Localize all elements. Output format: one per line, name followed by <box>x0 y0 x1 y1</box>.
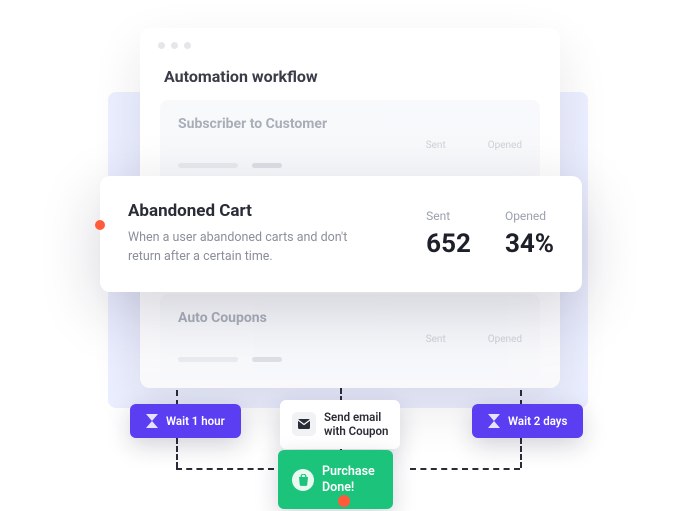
workflow-item-subscriber[interactable]: Subscriber to Customer Sent Opened <box>160 100 540 186</box>
step-wait-2-days[interactable]: Wait 2 days <box>472 404 583 438</box>
metric-value: 652 <box>426 229 471 259</box>
chip-label: Wait 1 hour <box>166 414 225 428</box>
connector <box>520 438 522 468</box>
workflow-item-coupons[interactable]: Auto Coupons Sent Opened <box>160 294 540 380</box>
chip-label: PurchaseDone! <box>322 464 375 495</box>
progress-bars <box>178 163 522 168</box>
chip-label: Wait 2 days <box>508 414 567 428</box>
stat-label-sent: Sent <box>426 140 446 151</box>
metric-value: 34% <box>505 229 554 259</box>
status-dot <box>95 220 105 230</box>
workflow-card-abandoned-cart[interactable]: Abandoned Cart When a user abandoned car… <box>100 176 582 292</box>
window-title: Automation workflow <box>140 49 560 100</box>
chip-label: Send emailwith Coupon <box>324 410 388 439</box>
step-wait-1-hour[interactable]: Wait 1 hour <box>130 404 241 438</box>
connector <box>176 468 274 470</box>
step-send-email[interactable]: Send emailwith Coupon <box>280 400 400 449</box>
hourglass-icon <box>488 414 500 428</box>
connector <box>410 468 520 470</box>
metric-label: Opened <box>505 209 554 223</box>
metric-opened: Opened 34% <box>505 209 554 259</box>
stat-label-opened: Opened <box>488 334 522 345</box>
hourglass-icon <box>146 414 158 428</box>
window-dot <box>184 42 191 49</box>
workflow-item-title: Auto Coupons <box>178 310 522 326</box>
bag-icon <box>292 469 314 491</box>
metric-sent: Sent 652 <box>426 209 471 259</box>
window-dot <box>158 42 165 49</box>
progress-bars <box>178 357 522 362</box>
stat-label-sent: Sent <box>426 334 446 345</box>
stat-label-opened: Opened <box>488 140 522 151</box>
connector <box>176 438 178 468</box>
card-title: Abandoned Cart <box>128 201 426 221</box>
window-dot <box>171 42 178 49</box>
status-dot <box>338 495 350 507</box>
mail-icon <box>292 412 316 436</box>
window-controls <box>140 28 560 49</box>
workflow-item-title: Subscriber to Customer <box>178 116 522 132</box>
step-purchase-done[interactable]: PurchaseDone! <box>278 450 393 509</box>
card-description: When a user abandoned carts and don't re… <box>128 229 358 267</box>
metric-label: Sent <box>426 209 471 223</box>
